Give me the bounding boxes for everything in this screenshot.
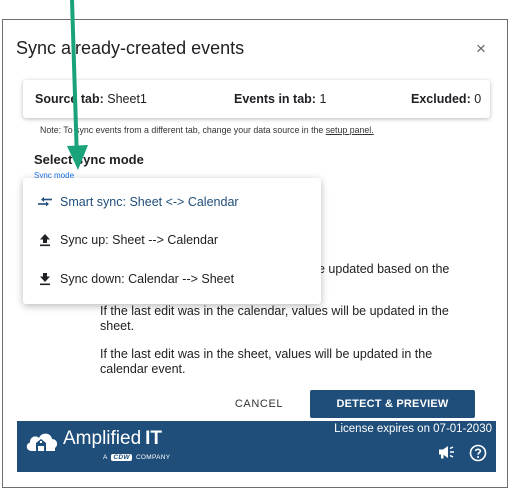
excluded-value: 0 [474, 92, 482, 106]
sheet-rule-text: If the last edit was in the sheet, value… [100, 347, 433, 376]
events-label: Events in tab: [234, 92, 316, 106]
help-icon[interactable] [469, 444, 487, 467]
sub-brand-prefix: A [103, 454, 108, 461]
sync-mode-menu: Smart sync: Sheet <-> Calendar Sync up: … [23, 178, 321, 304]
cloud-school-logo-icon [24, 427, 60, 462]
menu-item-label: Smart sync: Sheet <-> Calendar [60, 195, 239, 209]
excluded-label: Excluded: [411, 92, 471, 106]
close-icon[interactable]: × [476, 39, 486, 59]
brand-suffix: IT [145, 428, 163, 449]
smart-sync-description-partial: e updated based on the [318, 262, 450, 276]
sub-brand-suffix: COMPANY [135, 454, 171, 461]
brand-name: Amplified IT [63, 428, 162, 450]
data-source-note: Note: To sync events from a different ta… [40, 125, 374, 135]
events-value: 1 [319, 92, 327, 106]
detect-preview-changes-button[interactable]: DETECT & PREVIEW CHANGES [310, 390, 475, 438]
source-tab-info: Source tab: Sheet1 [35, 92, 147, 106]
note-text: Note: To sync events from a different ta… [40, 125, 324, 135]
menu-item-sync-down[interactable]: Sync down: Calendar --> Sheet [23, 264, 321, 294]
menu-item-label: Sync up: Sheet --> Calendar [60, 233, 219, 247]
source-tab-label: Source tab: [35, 92, 104, 106]
cdw-logo: CDW [111, 454, 132, 461]
source-info-card: Source tab: Sheet1 Events in tab: 1 Excl… [23, 80, 490, 118]
sync-mode-heading: Select sync mode [34, 152, 144, 167]
cancel-button[interactable]: CANCEL [226, 390, 292, 418]
download-arrow-icon [37, 272, 53, 286]
sync-arrows-icon [37, 195, 53, 209]
brand-word: Amplified [63, 428, 142, 449]
menu-item-sync-up[interactable]: Sync up: Sheet --> Calendar [23, 225, 321, 255]
menu-item-smart-sync[interactable]: Smart sync: Sheet <-> Calendar [23, 187, 321, 217]
menu-item-label: Sync down: Calendar --> Sheet [60, 272, 235, 286]
upload-arrow-icon [37, 233, 53, 247]
license-expiry-text: License expires on 07-01-2030 [334, 423, 492, 435]
megaphone-icon[interactable] [437, 444, 455, 465]
calendar-rule-text: If the last edit was in the calendar, va… [100, 304, 449, 333]
source-tab-value: Sheet1 [107, 92, 147, 106]
setup-panel-link[interactable]: setup panel. [326, 125, 374, 135]
excluded-info: Excluded: 0 [411, 92, 481, 106]
sub-brand: A CDW COMPANY [103, 454, 170, 461]
events-count-info: Events in tab: 1 [234, 92, 326, 106]
footer-bar: Amplified IT A CDW COMPANY License expire… [17, 421, 496, 472]
dialog-title: Sync already-created events [16, 38, 245, 58]
